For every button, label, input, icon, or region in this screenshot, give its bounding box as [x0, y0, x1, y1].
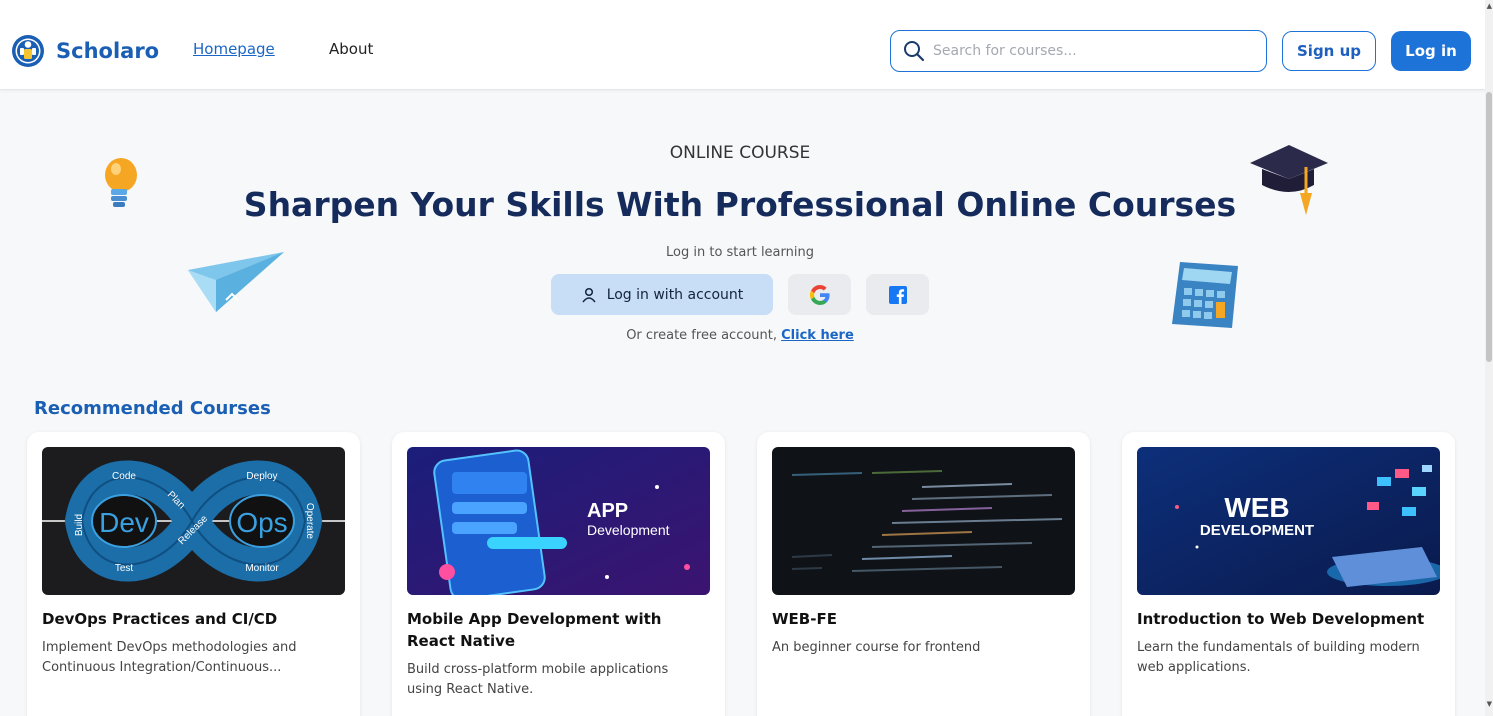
devops-test-label: Test	[115, 563, 134, 574]
recommended-courses-heading: Recommended Courses	[34, 398, 271, 419]
course-card[interactable]: Dev Ops Code Plan Build Release Deploy O…	[27, 432, 360, 716]
course-card[interactable]: WEB-FE An beginner course for frontend	[757, 432, 1090, 716]
devops-dev-label: Dev	[99, 507, 149, 538]
log-in-button[interactable]: Log in	[1391, 31, 1471, 71]
devops-deploy-label: Deploy	[246, 471, 277, 482]
course-description: Build cross-platform mobile applications…	[407, 662, 669, 697]
search-icon	[904, 41, 925, 62]
devops-operate-label: Operate	[304, 503, 315, 540]
course-title[interactable]: WEB-FE	[772, 608, 1072, 630]
course-title[interactable]: Introduction to Web Development	[1137, 608, 1437, 630]
web-fe-course-image	[772, 447, 1075, 595]
devops-monitor-label: Monitor	[245, 563, 279, 574]
course-card[interactable]: WEB DEVELOPMENT Introduction to Web Deve…	[1122, 432, 1455, 716]
mobile-app-course-image: APP Development	[407, 447, 710, 595]
sign-up-button[interactable]: Sign up	[1282, 31, 1376, 71]
brand-logo[interactable]: Scholaro	[10, 33, 159, 69]
user-icon	[582, 287, 596, 302]
scroll-up-icon[interactable]: ▲	[1487, 2, 1492, 10]
top-navbar: Scholaro Homepage About Sign up Log in	[0, 0, 1493, 90]
facebook-login-button[interactable]	[866, 274, 929, 315]
scrollbar-thumb[interactable]	[1486, 92, 1492, 362]
web-development-course-image: WEB DEVELOPMENT	[1137, 447, 1440, 595]
create-account-prefix: Or create free account,	[626, 328, 782, 343]
facebook-icon	[888, 285, 907, 304]
course-description: Learn the fundamentals of building moder…	[1137, 640, 1420, 675]
course-description: Implement DevOps methodologies and Conti…	[42, 640, 297, 675]
course-title[interactable]: DevOps Practices and CI/CD	[42, 608, 342, 630]
calculator-icon	[1172, 262, 1238, 328]
devops-code-label: Code	[112, 471, 136, 482]
create-account-text: Or create free account, Click here	[0, 328, 1480, 343]
google-login-button[interactable]	[788, 274, 851, 315]
web-heading: WEB	[1224, 492, 1289, 523]
google-icon	[809, 284, 830, 305]
search-bar[interactable]	[890, 30, 1267, 72]
web-subheading: DEVELOPMENT	[1200, 522, 1314, 539]
brand-name: Scholaro	[56, 39, 160, 63]
app-subheading: Development	[587, 522, 670, 538]
course-description: An beginner course for frontend	[772, 640, 981, 655]
login-with-account-button[interactable]: Log in with account	[551, 274, 773, 315]
page-scrollbar[interactable]: ▲ ▼	[1485, 0, 1493, 716]
nav-about-link[interactable]: About	[329, 40, 373, 58]
devops-course-image: Dev Ops Code Plan Build Release Deploy O…	[42, 447, 345, 595]
devops-build-label: Build	[74, 514, 85, 536]
login-with-account-label: Log in with account	[606, 286, 744, 303]
course-title[interactable]: Mobile App Development with React Native	[407, 608, 707, 652]
create-account-link[interactable]: Click here	[781, 328, 854, 343]
hero-kicker: ONLINE COURSE	[669, 143, 811, 163]
hero-subtitle: Log in to start learning	[666, 245, 814, 260]
scroll-down-icon[interactable]: ▼	[1487, 700, 1492, 708]
course-card[interactable]: APP Development Mobile App Development w…	[392, 432, 725, 716]
logo-icon	[12, 35, 44, 67]
app-heading: APP	[587, 500, 628, 522]
hero-title: Sharpen Your Skills With Professional On…	[243, 185, 1237, 224]
search-input[interactable]	[933, 43, 1253, 59]
devops-ops-label: Ops	[236, 507, 287, 538]
nav-homepage-link[interactable]: Homepage	[193, 40, 275, 58]
